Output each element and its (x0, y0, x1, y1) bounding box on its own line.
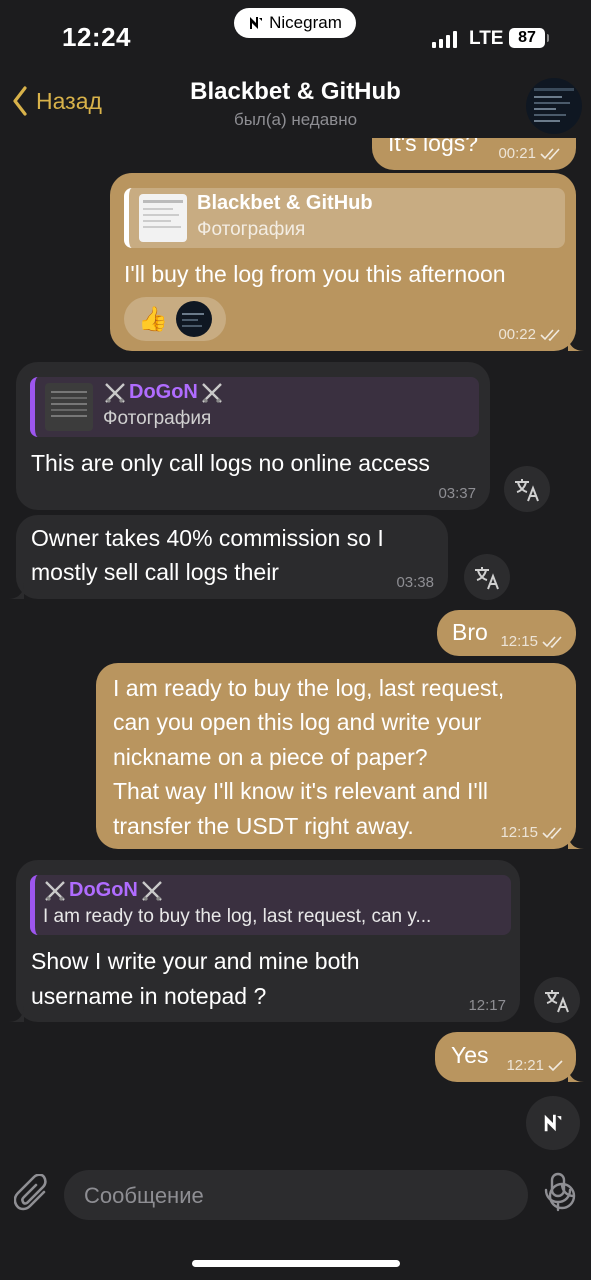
nicegram-ai-button[interactable] (526, 1096, 580, 1150)
reply-subtitle: Фотография (103, 408, 212, 429)
message-text-line: username in notepad ? (31, 983, 267, 1009)
message-text: I'll buy the log from you this afternoon (124, 261, 506, 287)
reply-photo-thumbnail (139, 194, 187, 242)
message-text-line: Owner takes 40% commission so I (31, 525, 384, 551)
message-outgoing[interactable]: Bro 12:15 (437, 610, 576, 656)
message-time: 00:22 (498, 326, 536, 343)
bubble-tail (8, 1006, 24, 1022)
translate-icon (475, 567, 499, 590)
message-time: 12:15 (500, 633, 538, 650)
nicegram-logo-icon (544, 1114, 562, 1132)
reply-preview[interactable]: Blackbet & GitHub Фотография (124, 188, 565, 248)
bubble-tail (568, 335, 584, 351)
reply-preview[interactable]: DoGoN Фотография (30, 377, 479, 437)
message-time: 12:21 (506, 1057, 544, 1074)
translate-button[interactable] (534, 977, 580, 1023)
message-meta: 12:17 (468, 997, 506, 1014)
reply-photo-thumbnail (45, 383, 93, 431)
message-text: This are only call logs no online access (31, 450, 430, 476)
crossed-swords-icon (142, 880, 162, 901)
message-input[interactable] (82, 1170, 466, 1222)
message-meta: 12:21 (506, 1057, 564, 1074)
message-text: Bro (452, 619, 488, 645)
message-incoming[interactable]: Owner takes 40% commission so I mostly s… (8, 515, 448, 599)
message-meta: 12:15 (500, 633, 564, 650)
message-meta: 12:15 (500, 824, 564, 841)
translate-icon (515, 479, 539, 502)
reply-subtitle: I am ready to buy the log, last request,… (43, 906, 432, 927)
message-incoming[interactable]: DoGoN Фотография This are only call logs… (16, 362, 490, 510)
chat-title[interactable]: Blackbet & GitHub (150, 78, 441, 106)
bubble-tail (568, 833, 584, 849)
crossed-swords-icon (45, 880, 65, 901)
thumbs-up-reaction-icon[interactable]: 👍 (138, 305, 168, 334)
message-outgoing[interactable]: Yes 12:21 (435, 1032, 584, 1082)
chat-avatar[interactable] (526, 78, 582, 134)
single-check-icon (548, 1059, 563, 1071)
message-time: 00:21 (498, 145, 536, 162)
double-check-icon (542, 635, 562, 648)
reactions-row[interactable]: 👍 (124, 297, 226, 341)
reply-sender-name: DoGoN (129, 381, 198, 403)
home-indicator (192, 1260, 400, 1267)
message-text-line: can you open this log and write your (113, 709, 482, 735)
reply-subtitle: Фотография (197, 219, 306, 240)
message-time: 03:38 (396, 574, 434, 591)
chat-area[interactable]: It's logs? 00:21 Blackbet & GitHub Фотог… (0, 0, 591, 1160)
double-check-icon (542, 826, 562, 839)
message-time: 03:37 (438, 485, 476, 502)
message-text-line: That way I'll know it's relevant and I'l… (113, 778, 488, 804)
chat-status: был(а) недавно (233, 110, 358, 129)
chevron-left-icon (13, 86, 27, 116)
translate-icon (545, 990, 569, 1013)
message-text-line: I am ready to buy the log, last request, (113, 675, 505, 701)
double-check-icon (540, 147, 560, 160)
reply-sender-name: DoGoN (69, 879, 138, 901)
message-meta: 03:37 (438, 485, 476, 502)
message-meta: 00:22 (498, 326, 562, 343)
message-outgoing[interactable]: Blackbet & GitHub Фотография I'll buy th… (110, 173, 584, 351)
reactor-avatar (176, 301, 212, 337)
bubble-tail (8, 583, 24, 599)
message-input-bar (0, 1160, 591, 1280)
double-check-icon (540, 328, 560, 341)
message-incoming[interactable]: DoGoN I am ready to buy the log, last re… (8, 860, 520, 1022)
message-text-line: transfer the USDT right away. (113, 813, 414, 839)
reply-preview[interactable]: DoGoN I am ready to buy the log, last re… (30, 875, 511, 935)
message-time: 12:17 (468, 997, 506, 1014)
bubble-tail (568, 1066, 584, 1082)
message-text: Yes (451, 1042, 489, 1068)
translate-button[interactable] (504, 466, 550, 512)
message-field[interactable] (64, 1170, 576, 1222)
message-outgoing[interactable]: I am ready to buy the log, last request,… (96, 663, 584, 849)
message-text-line: mostly sell call logs their (31, 559, 279, 585)
paperclip-icon[interactable] (14, 1174, 52, 1216)
message-text-line: nickname on a piece of paper? (113, 744, 428, 770)
microphone-icon[interactable] (542, 1172, 574, 1212)
message-time: 12:15 (500, 824, 538, 841)
crossed-swords-icon (202, 382, 222, 403)
message-meta: 03:38 (396, 574, 434, 591)
reply-sender-name: Blackbet & GitHub (197, 192, 373, 214)
message-text-line: Show I write your and mine both (31, 948, 360, 974)
message-meta: 00:21 (498, 145, 562, 162)
translate-button[interactable] (464, 554, 510, 600)
back-label: Назад (36, 87, 102, 114)
back-button[interactable]: Назад (12, 86, 102, 116)
chat-header: Назад Blackbet & GitHub был(а) недавно (0, 70, 591, 138)
crossed-swords-icon (105, 382, 125, 403)
